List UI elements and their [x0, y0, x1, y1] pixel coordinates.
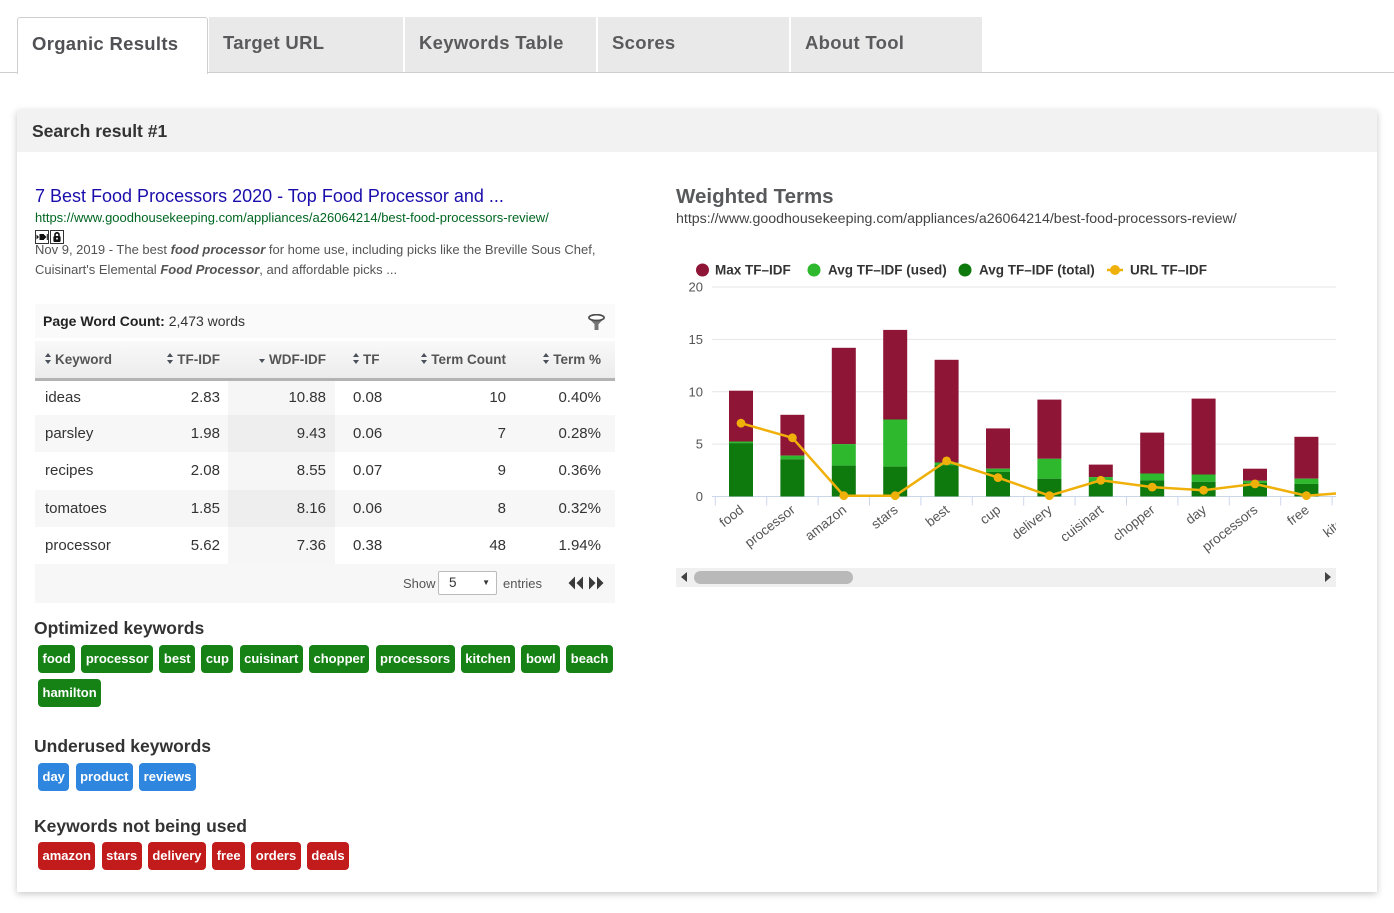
svg-text:processor: processor	[742, 502, 798, 551]
svg-text:URL TF–IDF: URL TF–IDF	[1130, 263, 1207, 278]
svg-text:Max TF–IDF: Max TF–IDF	[715, 263, 791, 278]
svg-text:free: free	[1284, 502, 1312, 528]
svg-text:15: 15	[689, 332, 703, 347]
svg-text:food: food	[717, 502, 747, 530]
svg-text:day: day	[1183, 502, 1210, 527]
svg-text:0: 0	[696, 489, 703, 504]
svg-text:amazon: amazon	[802, 502, 849, 543]
svg-text:cuisinart: cuisinart	[1057, 502, 1106, 545]
svg-text:best: best	[923, 502, 953, 530]
svg-text:Avg TF–IDF (used): Avg TF–IDF (used)	[828, 263, 947, 278]
svg-text:5: 5	[696, 437, 703, 452]
svg-text:Avg TF–IDF (total): Avg TF–IDF (total)	[979, 263, 1095, 278]
svg-text:10: 10	[689, 384, 703, 399]
svg-text:chopper: chopper	[1110, 502, 1158, 544]
svg-text:stars: stars	[868, 502, 900, 532]
svg-text:cup: cup	[977, 502, 1003, 527]
svg-text:kitchen: kitchen	[1320, 502, 1336, 540]
svg-text:20: 20	[689, 280, 703, 295]
svg-text:delivery: delivery	[1009, 502, 1055, 543]
svg-text:processors: processors	[1199, 502, 1260, 555]
